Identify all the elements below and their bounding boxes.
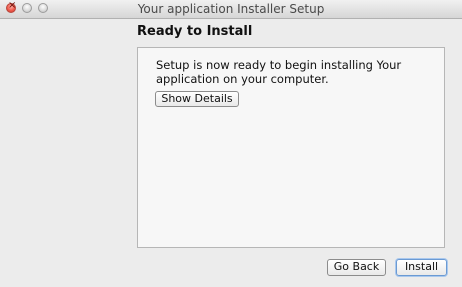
content-panel: Setup is now ready to begin installing Y…: [137, 47, 445, 248]
show-details-button[interactable]: Show Details: [155, 91, 239, 107]
install-button[interactable]: Install: [396, 259, 447, 276]
title-bar[interactable]: Your application Installer Setup: [0, 0, 462, 19]
ready-message: Setup is now ready to begin installing Y…: [156, 58, 402, 86]
installer-window: Your application Installer Setup Ready t…: [0, 0, 462, 287]
go-back-button[interactable]: Go Back: [327, 259, 386, 276]
page-title: Ready to Install: [137, 24, 253, 39]
window-title: Your application Installer Setup: [137, 2, 325, 16]
